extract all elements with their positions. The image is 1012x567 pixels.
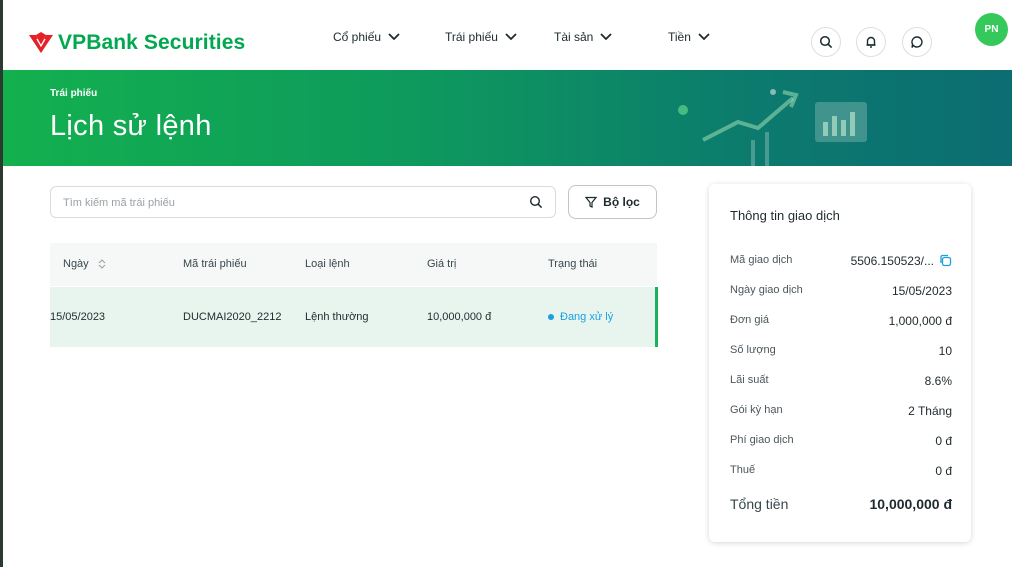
field-label: Gói kỳ hạn (730, 404, 783, 416)
chevron-down-icon (600, 33, 612, 41)
table-header: Ngày Mã trái phiếu Loại lệnh Giá trị Trạ… (50, 243, 657, 286)
transaction-detail-card: Thông tin giao dịch Mã giao dịch 5506.15… (709, 184, 971, 542)
top-header: VPBank Securities Cổ phiếu Trái phiếu Tà… (3, 12, 1012, 70)
field-value: 1,000,000 đ (888, 314, 952, 328)
field-label: Số lượng (730, 344, 776, 356)
cell-bond-code: DUCMAI2020_2212 (183, 311, 282, 323)
status-dot-icon (548, 314, 554, 320)
sort-icon[interactable] (98, 259, 106, 269)
cell-order-type: Lệnh thường (305, 311, 369, 323)
notifications-button[interactable] (856, 27, 886, 57)
field-value: 0 đ (935, 434, 952, 448)
field-tax: Thuế 0 đ (730, 464, 952, 480)
field-transaction-fee: Phí giao dịch 0 đ (730, 434, 952, 450)
card-title: Thông tin giao dịch (730, 208, 840, 223)
field-transaction-id: Mã giao dịch 5506.150523/... (730, 254, 952, 270)
status-badge: Đang xử lý (548, 311, 613, 323)
status-label: Đang xử lý (560, 311, 614, 323)
field-term-package: Gói kỳ hạn 2 Tháng (730, 404, 952, 420)
total-value: 10,000,000 đ (869, 496, 952, 512)
field-quantity: Số lượng 10 (730, 344, 952, 360)
field-value: 5506.150523/... (850, 254, 934, 268)
field-label: Lãi suất (730, 374, 769, 386)
field-value: 0 đ (935, 464, 952, 478)
search-icon[interactable] (529, 195, 543, 209)
nav-assets-label: Tài sản (554, 30, 594, 44)
field-unit-price: Đơn giá 1,000,000 đ (730, 314, 952, 330)
chevron-down-icon (698, 33, 710, 41)
funnel-icon (585, 196, 598, 208)
column-header-order-type: Loại lệnh (305, 258, 350, 270)
nav-bonds-label: Trái phiếu (445, 30, 498, 44)
field-value: 2 Tháng (908, 404, 952, 418)
column-date-label: Ngày (63, 258, 89, 270)
nav-bonds[interactable]: Trái phiếu (445, 30, 517, 44)
column-header-value: Giá trị (427, 258, 457, 270)
nav-stocks[interactable]: Cổ phiếu (333, 30, 400, 44)
field-value-wrap: 5506.150523/... (851, 254, 952, 268)
field-value: 8.6% (924, 374, 952, 388)
column-header-bond-code: Mã trái phiếu (183, 258, 247, 270)
search-input[interactable] (61, 193, 515, 213)
bond-search (50, 186, 556, 218)
breadcrumb: Trái phiếu (50, 88, 98, 99)
page-banner: Trái phiếu Lịch sử lệnh (3, 70, 1012, 166)
cell-value: 10,000,000 đ (427, 311, 492, 323)
nav-stocks-label: Cổ phiếu (333, 30, 382, 44)
field-label: Thuế (730, 464, 756, 476)
chat-icon (911, 36, 923, 48)
brand-logo[interactable]: VPBank Securities (28, 30, 245, 56)
column-header-date[interactable]: Ngày (63, 258, 106, 270)
search-icon (819, 35, 833, 49)
column-header-status: Trạng thái (548, 258, 598, 270)
nav-assets[interactable]: Tài sản (554, 30, 612, 44)
user-avatar[interactable]: PN (975, 13, 1008, 46)
search-button[interactable] (811, 27, 841, 57)
filter-button[interactable]: Bộ lọc (568, 185, 657, 219)
table-row[interactable]: 15/05/2023 DUCMAI2020_2212 Lệnh thường 1… (50, 287, 658, 347)
field-total: Tổng tiền 10,000,000 đ (730, 496, 952, 516)
copy-icon[interactable] (939, 254, 952, 267)
nav-cash[interactable]: Tiền (668, 30, 710, 44)
page-title: Lịch sử lệnh (50, 110, 212, 142)
field-label: Đơn giá (730, 314, 770, 326)
chevron-down-icon (388, 33, 400, 41)
bell-icon (866, 36, 876, 48)
cell-date: 15/05/2023 (50, 311, 106, 323)
field-interest-rate: Lãi suất 8.6% (730, 374, 952, 390)
brand-name: VPBank Securities (58, 31, 246, 54)
chat-button[interactable] (902, 27, 932, 57)
total-label: Tổng tiền (730, 496, 789, 512)
field-label: Phí giao dịch (730, 434, 794, 446)
field-transaction-date: Ngày giao dịch 15/05/2023 (730, 284, 952, 300)
vpbank-logo-icon (29, 32, 53, 53)
field-label: Ngày giao dịch (730, 284, 803, 296)
field-value: 10 (938, 344, 952, 358)
field-label: Mã giao dịch (730, 254, 793, 266)
field-value: 15/05/2023 (891, 284, 952, 298)
nav-cash-label: Tiền (668, 30, 691, 44)
filter-label: Bộ lọc (603, 195, 640, 209)
chevron-down-icon (505, 33, 517, 41)
banner-chart-illustration (678, 89, 867, 166)
